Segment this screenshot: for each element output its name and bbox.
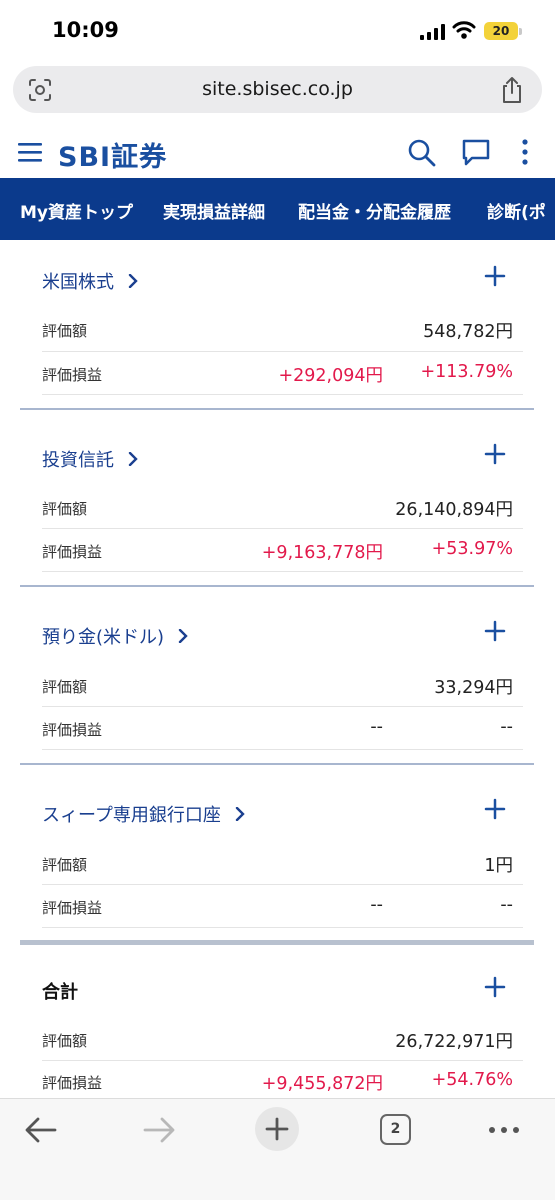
chevron-right-icon [128,452,138,466]
row-divider [42,351,523,352]
total-unrealized-pl-percent: +54.76% [431,1070,513,1090]
section-title-link[interactable]: 米国株式 [42,268,138,294]
row-divider [42,706,523,707]
status-time: 10:09 [52,18,119,42]
section-title[interactable]: スィープ専用銀行口座 [42,805,221,826]
chevron-right-icon [235,807,245,821]
row-label-pl: 評価損益 [42,721,103,739]
section-separator [20,585,534,587]
site-header: SBI証券 [0,128,555,178]
unrealized-pl-amount: +9,163,778円 [261,543,383,563]
browser-toolbar: 2 [0,1098,555,1200]
row-divider [42,528,523,529]
more-vertical-icon[interactable] [520,138,530,168]
total-unrealized-pl-amount: +9,455,872円 [261,1074,383,1094]
total-valuation-amount: 26,722,971円 [395,1032,513,1052]
row-label-value: 評価額 [42,1032,88,1050]
menu-icon[interactable] [18,140,44,164]
battery-indicator: 20 [484,22,518,40]
row-label-pl: 評価損益 [42,543,103,561]
section-title-link[interactable]: 投資信託 [42,446,138,472]
status-bar: 10:09 20 [0,0,555,62]
unrealized-pl-percent: -- [500,895,513,915]
section-title-link[interactable]: 預り金(米ドル) [42,623,188,649]
valuation-amount: 548,782円 [423,322,513,342]
unrealized-pl-percent: +113.79% [420,362,513,382]
row-divider [42,927,523,928]
battery-tip [519,28,522,35]
sbi-logo[interactable]: SBI証券 [58,135,167,174]
tab-switcher-button[interactable]: 2 [380,1114,411,1145]
cellular-signal-icon [420,24,445,40]
search-icon[interactable] [406,137,438,169]
row-label-value: 評価額 [42,678,88,696]
nav-item-diagnosis[interactable]: 診断(ポ [487,198,546,223]
share-icon[interactable] [499,76,525,104]
wifi-icon [452,21,476,39]
nav-item-my-assets[interactable]: My資産トップ [20,198,133,223]
nav-item-realized-pl[interactable]: 実現損益詳細 [163,198,265,223]
plus-icon[interactable] [484,798,506,820]
section-separator-total [20,940,534,945]
section-title[interactable]: 米国株式 [42,272,114,293]
row-label-pl: 評価損益 [42,366,103,384]
row-divider [42,1060,523,1061]
url-text[interactable]: site.sbisec.co.jp [13,78,542,100]
total-title: 合計 [42,982,78,1003]
forward-arrow-icon[interactable] [142,1115,176,1145]
section-title[interactable]: 預り金(米ドル) [42,627,164,648]
row-label-value: 評価額 [42,322,88,340]
row-label-value: 評価額 [42,500,88,518]
unrealized-pl-amount: -- [370,895,383,915]
chat-icon[interactable] [460,137,492,169]
more-horizontal-icon[interactable] [487,1125,521,1135]
new-tab-button[interactable] [255,1107,299,1151]
plus-icon[interactable] [484,620,506,642]
row-label-pl: 評価損益 [42,1074,103,1092]
chevron-right-icon [128,274,138,288]
row-divider [42,571,523,572]
row-divider [42,884,523,885]
nav-item-dividends[interactable]: 配当金・分配金履歴 [298,198,451,223]
row-label-pl: 評価損益 [42,899,103,917]
chevron-right-icon [178,629,188,643]
row-label-value: 評価額 [42,856,88,874]
section-title[interactable]: 投資信託 [42,450,114,471]
valuation-amount: 1円 [484,856,513,876]
plus-icon [265,1117,289,1141]
unrealized-pl-amount: -- [370,717,383,737]
unrealized-pl-percent: +53.97% [431,539,513,559]
plus-icon[interactable] [484,976,506,998]
row-divider [42,394,523,395]
section-separator [20,408,534,410]
section-separator [20,763,534,765]
unrealized-pl-amount: +292,094円 [278,366,383,386]
section-title-link[interactable]: スィープ専用銀行口座 [42,801,245,827]
main-nav: My資産トップ 実現損益詳細 配当金・分配金履歴 診断(ポ [0,178,555,240]
valuation-amount: 33,294円 [434,678,513,698]
back-arrow-icon[interactable] [24,1115,58,1145]
row-divider [42,749,523,750]
unrealized-pl-percent: -- [500,717,513,737]
address-bar[interactable]: site.sbisec.co.jp [13,66,542,113]
plus-icon[interactable] [484,443,506,465]
valuation-amount: 26,140,894円 [395,500,513,520]
plus-icon[interactable] [484,265,506,287]
